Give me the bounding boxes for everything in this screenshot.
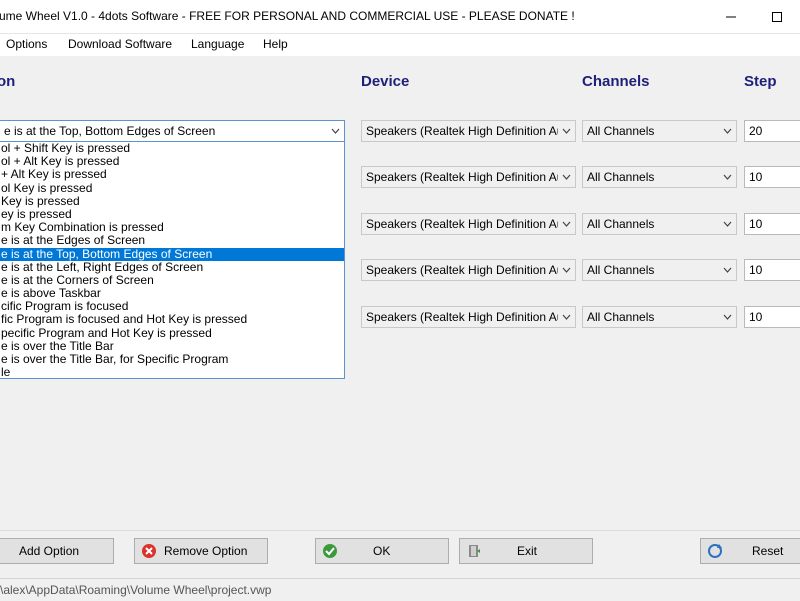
device-select[interactable]: Speakers (Realtek High Definition Audio) xyxy=(361,213,576,235)
action-select-value: e is at the Top, Bottom Edges of Screen xyxy=(4,124,216,138)
header-channels: Channels xyxy=(582,73,650,90)
chevron-down-icon xyxy=(562,267,571,273)
dropdown-item-selected[interactable]: e is at the Top, Bottom Edges of Screen xyxy=(0,247,344,261)
header-device: Device xyxy=(361,73,410,90)
header-action: on xyxy=(0,73,16,90)
checkmark-icon xyxy=(323,544,337,558)
window-title: ume Wheel V1.0 - 4dots Software - FREE F… xyxy=(0,9,575,23)
chevron-down-icon xyxy=(331,128,340,134)
chevron-down-icon xyxy=(723,221,732,227)
action-select[interactable]: e is at the Top, Bottom Edges of Screen xyxy=(0,120,345,142)
device-select-value: Speakers (Realtek High Definition Audio) xyxy=(366,124,576,138)
reset-label: Reset xyxy=(752,544,784,558)
channels-select-arrow[interactable] xyxy=(719,121,736,141)
dropdown-item[interactable]: fic Program is focused and Hot Key is pr… xyxy=(0,313,344,326)
reset-icon xyxy=(708,544,722,558)
channels-select-arrow[interactable] xyxy=(719,214,736,234)
chevron-down-icon xyxy=(723,267,732,273)
channels-select-value: All Channels xyxy=(587,124,655,138)
project-path: s\alex\AppData\Roaming\Volume Wheel\proj… xyxy=(0,583,272,597)
chevron-down-icon xyxy=(562,174,571,180)
channels-select[interactable]: All Channels xyxy=(582,306,737,328)
step-input[interactable]: 10 xyxy=(744,213,800,235)
minimize-icon xyxy=(726,16,736,17)
step-input[interactable]: 20 xyxy=(744,120,800,142)
minimize-button[interactable] xyxy=(708,0,754,33)
device-select-arrow[interactable] xyxy=(558,167,575,187)
step-value: 20 xyxy=(749,124,763,138)
step-value: 10 xyxy=(749,263,763,277)
channels-select[interactable]: All Channels xyxy=(582,213,737,235)
device-select-value: Speakers (Realtek High Definition Audio) xyxy=(366,217,576,231)
menu-options[interactable]: Options xyxy=(6,37,47,51)
remove-option-label: Remove Option xyxy=(164,544,248,558)
action-select-arrow[interactable] xyxy=(327,121,344,141)
step-value: 10 xyxy=(749,310,763,324)
step-input[interactable]: 10 xyxy=(744,259,800,281)
maximize-button[interactable] xyxy=(754,0,800,33)
step-input[interactable]: 10 xyxy=(744,166,800,188)
dropdown-item[interactable]: e is at the Edges of Screen xyxy=(0,234,344,247)
step-input[interactable]: 10 xyxy=(744,306,800,328)
menu-bar: Options Download Software Language Help xyxy=(0,34,800,56)
add-option-label: Add Option xyxy=(19,544,80,558)
device-select-arrow[interactable] xyxy=(558,214,575,234)
chevron-down-icon xyxy=(562,128,571,134)
exit-label: Exit xyxy=(517,544,538,558)
channels-select[interactable]: All Channels xyxy=(582,120,737,142)
action-dropdown-list[interactable]: ol + Shift Key is pressed ol + Alt Key is… xyxy=(0,141,345,379)
status-bar: s\alex\AppData\Roaming\Volume Wheel\proj… xyxy=(0,578,800,601)
device-select-value: Speakers (Realtek High Definition Audio) xyxy=(366,310,576,324)
channels-select[interactable]: All Channels xyxy=(582,259,737,281)
device-select-value: Speakers (Realtek High Definition Audio) xyxy=(366,170,576,184)
reset-button[interactable]: Reset xyxy=(700,538,800,564)
step-value: 10 xyxy=(749,217,763,231)
menu-language[interactable]: Language xyxy=(191,37,244,51)
dropdown-item[interactable]: e is over the Title Bar, for Specific Pr… xyxy=(0,352,344,366)
title-bar: ume Wheel V1.0 - 4dots Software - FREE F… xyxy=(0,0,800,34)
channels-select[interactable]: All Channels xyxy=(582,166,737,188)
menu-help[interactable]: Help xyxy=(263,37,288,51)
channels-select-value: All Channels xyxy=(587,263,655,277)
header-step: Step xyxy=(744,73,777,90)
channels-select-arrow[interactable] xyxy=(719,307,736,327)
dropdown-item[interactable]: + Alt Key is pressed xyxy=(0,168,344,181)
device-select[interactable]: Speakers (Realtek High Definition Audio) xyxy=(361,120,576,142)
device-select[interactable]: Speakers (Realtek High Definition Audio) xyxy=(361,306,576,328)
ok-button[interactable]: OK xyxy=(315,538,449,564)
channels-select-arrow[interactable] xyxy=(719,260,736,280)
channels-select-value: All Channels xyxy=(587,310,655,324)
dropdown-item[interactable]: pecific Program and Hot Key is pressed xyxy=(0,326,344,340)
remove-icon xyxy=(142,544,156,558)
dropdown-item[interactable]: e is at the Left, Right Edges of Screen xyxy=(0,260,344,274)
chevron-down-icon xyxy=(723,314,732,320)
dropdown-item[interactable]: Key is pressed xyxy=(0,194,344,208)
device-select[interactable]: Speakers (Realtek High Definition Audio) xyxy=(361,166,576,188)
add-option-button[interactable]: Add Option xyxy=(0,538,114,564)
remove-option-button[interactable]: Remove Option xyxy=(134,538,268,564)
device-select[interactable]: Speakers (Realtek High Definition Audio) xyxy=(361,259,576,281)
chevron-down-icon xyxy=(723,174,732,180)
device-select-arrow[interactable] xyxy=(558,121,575,141)
menu-download-software[interactable]: Download Software xyxy=(68,37,172,51)
channels-select-value: All Channels xyxy=(587,217,655,231)
chevron-down-icon xyxy=(562,314,571,320)
device-select-arrow[interactable] xyxy=(558,307,575,327)
ok-label: OK xyxy=(373,544,391,558)
exit-door-icon xyxy=(469,545,480,557)
dropdown-item[interactable]: ol Key is pressed xyxy=(0,181,344,195)
channels-select-value: All Channels xyxy=(587,170,655,184)
exit-button[interactable]: Exit xyxy=(459,538,593,564)
channels-select-arrow[interactable] xyxy=(719,167,736,187)
maximize-icon xyxy=(772,11,782,22)
device-select-arrow[interactable] xyxy=(558,260,575,280)
device-select-value: Speakers (Realtek High Definition Audio) xyxy=(366,263,576,277)
dropdown-item[interactable]: le xyxy=(0,366,344,378)
step-value: 10 xyxy=(749,170,763,184)
chevron-down-icon xyxy=(562,221,571,227)
chevron-down-icon xyxy=(723,128,732,134)
